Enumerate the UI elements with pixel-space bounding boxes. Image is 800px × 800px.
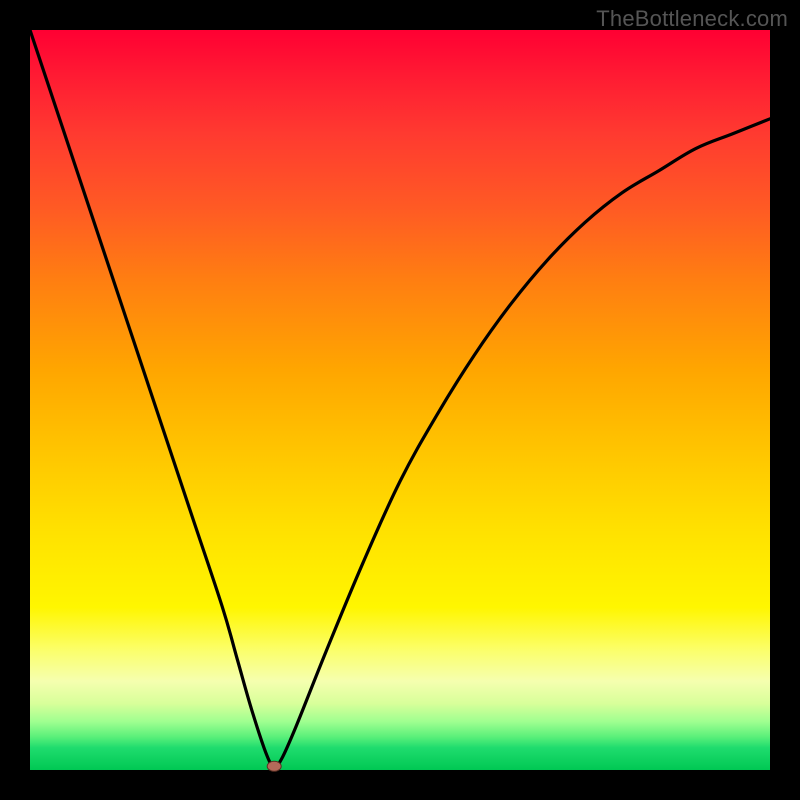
watermark-label: TheBottleneck.com (596, 6, 788, 32)
minimum-marker (267, 761, 281, 771)
plot-area (30, 30, 770, 770)
bottleneck-curve (30, 30, 770, 770)
chart-frame: TheBottleneck.com (0, 0, 800, 800)
